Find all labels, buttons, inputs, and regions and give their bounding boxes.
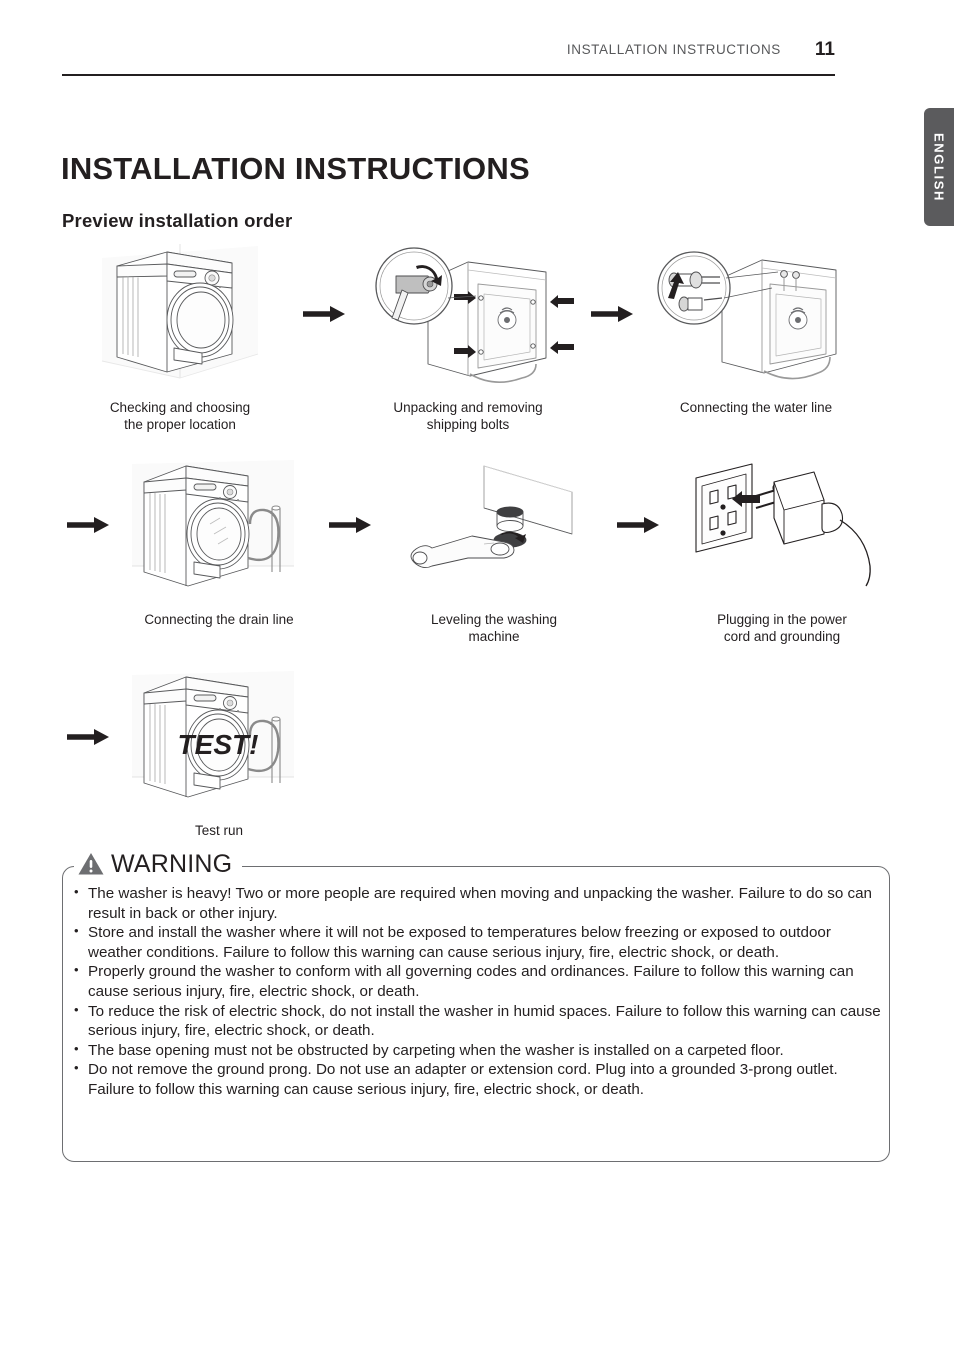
warning-item: Store and install the washer where it wi… xyxy=(72,923,884,962)
page-number: 11 xyxy=(814,39,835,60)
svg-text:TEST!: TEST! xyxy=(178,729,259,760)
warning-header: WARNING xyxy=(74,846,243,882)
flow-step-checking-location: Checking and choosing the proper locatio… xyxy=(62,236,298,434)
arrow-right-icon xyxy=(586,236,638,391)
flow-step-drain-line: Connecting the drain line xyxy=(114,448,324,628)
flow-step-shipping-bolts: Unpacking and removing shipping bolts xyxy=(350,236,586,434)
flow-row-2: Connecting the drain line Leveling the w… xyxy=(62,448,871,646)
arrow-right-icon xyxy=(62,448,114,603)
flow-caption: Leveling the washing machine xyxy=(430,611,558,644)
flow-caption: Unpacking and removing shipping bolts xyxy=(393,400,543,433)
flow-caption: Connecting the water line xyxy=(679,400,833,415)
washer-front-corner-illustration xyxy=(62,236,298,391)
arrow-right-icon xyxy=(612,448,664,603)
flow-caption: Plugging in the power cord and grounding xyxy=(717,611,847,644)
language-tab-label: ENGLISH xyxy=(931,132,947,202)
preview-installation-flow: Checking and choosing the proper locatio… xyxy=(62,236,871,841)
flow-step-leveling: Leveling the washing machine xyxy=(376,448,612,646)
washer-drain-hose-illustration xyxy=(114,448,324,603)
page-header: INSTALLATION INSTRUCTIONS 11 xyxy=(62,40,835,76)
arrow-right-icon xyxy=(324,448,376,603)
warning-item: The base opening must not be obstructed … xyxy=(72,1041,884,1061)
warning-title: WARNING xyxy=(111,849,233,878)
flow-step-power-cord: Plugging in the power cord and grounding xyxy=(664,448,900,646)
warning-item: Do not remove the ground prong. Do not u… xyxy=(72,1060,884,1099)
chapter-title: INSTALLATION INSTRUCTIONS xyxy=(61,150,530,186)
arrow-right-icon xyxy=(298,236,350,391)
flow-caption: Connecting the drain line xyxy=(144,611,294,627)
flow-caption: Checking and choosing the proper locatio… xyxy=(109,400,251,433)
arrow-right-icon xyxy=(62,659,114,814)
leveling-foot-wrench-illustration xyxy=(376,448,612,603)
washer-test-run-illustration: TEST! xyxy=(114,659,324,814)
warning-item: To reduce the risk of electric shock, do… xyxy=(72,1002,884,1041)
language-tab-english: ENGLISH xyxy=(924,108,954,226)
washer-rear-bolts-wrench-illustration xyxy=(350,236,586,391)
outlet-plug-illustration xyxy=(664,448,900,603)
flow-step-water-line: Connecting the water line xyxy=(638,236,874,416)
washer-rear-water-inlets-illustration xyxy=(638,236,874,391)
warning-triangle-icon xyxy=(78,853,104,875)
header-title: INSTALLATION INSTRUCTIONS xyxy=(566,42,781,57)
flow-step-test-run: TEST! Test run xyxy=(114,659,324,839)
flow-row-1: Checking and choosing the proper locatio… xyxy=(62,236,852,434)
section-title: Preview installation order xyxy=(62,210,293,232)
warning-item: Properly ground the washer to conform wi… xyxy=(72,962,884,1001)
warning-item: The washer is heavy! Two or more people … xyxy=(72,884,884,923)
flow-caption: Test run xyxy=(194,823,244,839)
warning-list: The washer is heavy! Two or more people … xyxy=(72,884,884,1100)
flow-row-3: TEST! Test run xyxy=(62,659,852,839)
